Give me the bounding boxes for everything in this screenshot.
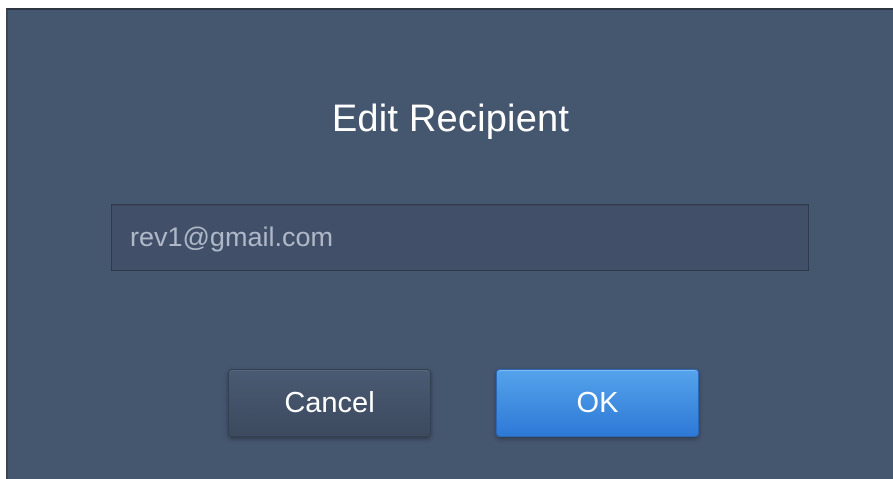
dialog-title: Edit Recipient bbox=[331, 98, 570, 140]
edit-recipient-dialog: Edit Recipient Cancel OK bbox=[6, 8, 893, 479]
recipient-email-input[interactable] bbox=[111, 204, 809, 271]
cancel-button[interactable]: Cancel bbox=[228, 369, 431, 437]
ok-button[interactable]: OK bbox=[496, 369, 699, 437]
